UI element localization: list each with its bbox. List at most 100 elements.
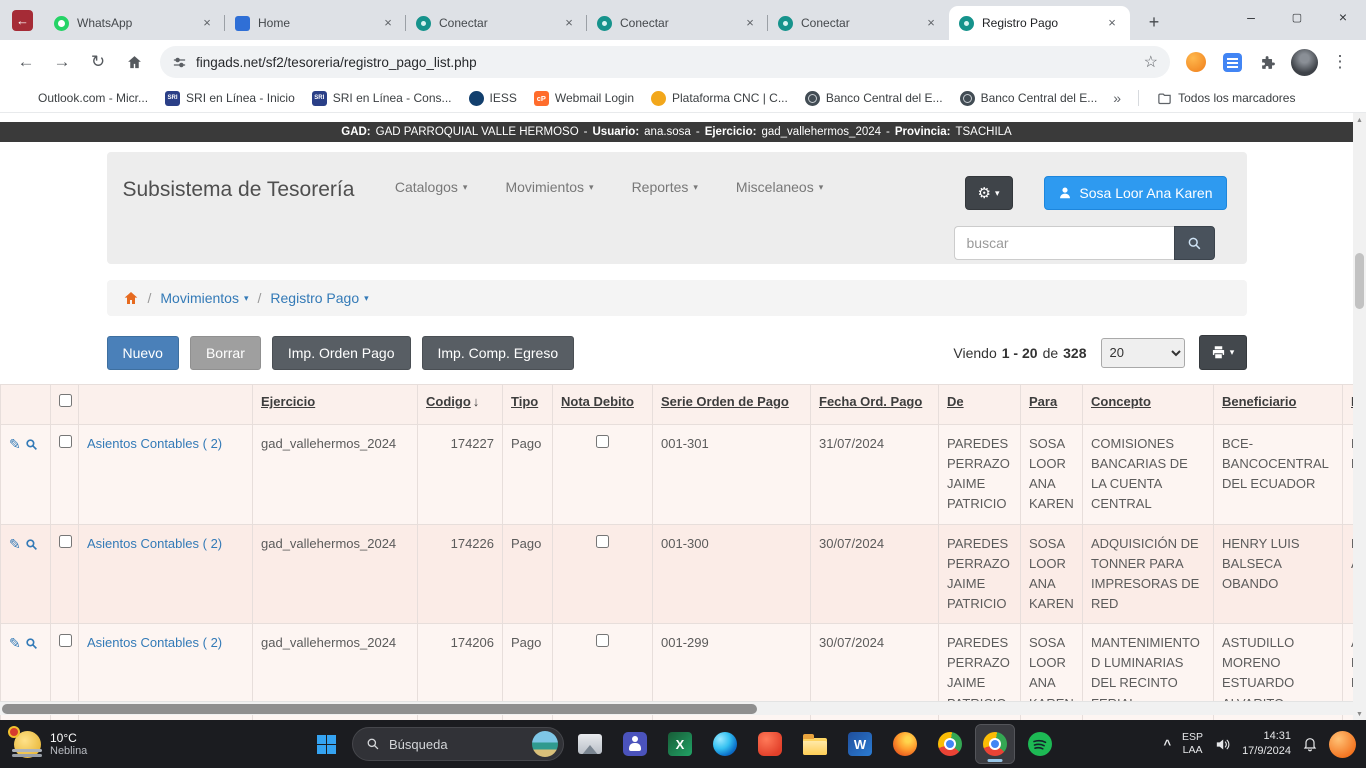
excel-app-icon[interactable]: X <box>661 725 699 763</box>
bookmark-cnc[interactable]: Plataforma CNC | C... <box>644 88 795 109</box>
browser-home-icon[interactable] <box>118 46 150 78</box>
header-beneficiario[interactable]: Beneficiario <box>1214 385 1343 425</box>
horizontal-scrollbar-thumb[interactable] <box>2 704 757 714</box>
header-fecha[interactable]: Fecha Ord. Pago <box>811 385 939 425</box>
row-checkbox[interactable] <box>59 535 72 548</box>
print-dropdown-button[interactable]: ▾ <box>1199 335 1247 370</box>
file-explorer-icon[interactable] <box>796 725 834 763</box>
browser-menu-kebab-icon[interactable]: ⋮ <box>1324 46 1356 78</box>
url-text[interactable]: fingads.net/sf2/tesoreria/registro_pago_… <box>196 55 1135 70</box>
horizontal-scrollbar[interactable] <box>0 701 1353 715</box>
menu-catalogos[interactable]: Catalogos ▾ <box>395 179 468 195</box>
header-serie[interactable]: Serie Orden de Pago <box>653 385 811 425</box>
translate-icon[interactable] <box>1216 46 1248 78</box>
header-codigo[interactable]: Codigo↓ <box>418 385 503 425</box>
bookmark-outlook[interactable]: Outlook.com - Micr... <box>10 88 155 109</box>
menu-reportes[interactable]: Reportes ▾ <box>632 179 698 195</box>
edit-pencil-icon[interactable]: ✎ <box>9 635 21 651</box>
asientos-contables-link[interactable]: Asientos Contables ( 2) <box>87 635 222 650</box>
header-nota-debito[interactable]: Nota Debito <box>553 385 653 425</box>
all-bookmarks-button[interactable]: Todos los marcadores <box>1150 88 1302 109</box>
asientos-contables-link[interactable]: Asientos Contables ( 2) <box>87 536 222 551</box>
row-checkbox[interactable] <box>59 435 72 448</box>
borrar-button[interactable]: Borrar <box>190 336 261 370</box>
nota-debito-checkbox[interactable] <box>596 535 609 548</box>
volume-icon[interactable] <box>1214 736 1231 753</box>
edit-pencil-icon[interactable]: ✎ <box>9 536 21 552</box>
window-minimize-button[interactable]: – <box>1228 0 1274 34</box>
firefox-app-icon[interactable] <box>886 725 924 763</box>
nota-debito-checkbox[interactable] <box>596 634 609 647</box>
edge-app-icon[interactable] <box>706 725 744 763</box>
weather-widget[interactable]: 10°C Neblina <box>14 731 87 758</box>
tab-close-icon[interactable]: × <box>561 15 577 31</box>
edit-pencil-icon[interactable]: ✎ <box>9 436 21 452</box>
extension-palette-icon[interactable] <box>1180 46 1212 78</box>
back-icon[interactable]: ← <box>10 46 42 78</box>
nuevo-button[interactable]: Nuevo <box>107 336 179 370</box>
chrome-app-icon[interactable] <box>931 725 969 763</box>
header-tipo[interactable]: Tipo <box>503 385 553 425</box>
asientos-contables-link[interactable]: Asientos Contables ( 2) <box>87 436 222 451</box>
vertical-scrollbar-thumb[interactable] <box>1355 253 1364 309</box>
header-para[interactable]: Para <box>1021 385 1083 425</box>
teams-app-icon[interactable] <box>616 725 654 763</box>
red-app-icon[interactable] <box>751 725 789 763</box>
menu-movimientos[interactable]: Movimientos ▾ <box>505 179 593 195</box>
imp-orden-pago-button[interactable]: Imp. Orden Pago <box>272 336 411 370</box>
taskbar-search[interactable]: Búsqueda <box>352 727 564 761</box>
select-all-checkbox[interactable] <box>59 394 72 407</box>
settings-gear-button[interactable]: ⚙ ▾ <box>965 176 1013 210</box>
tab-close-icon[interactable]: × <box>742 15 758 31</box>
tab-close-icon[interactable]: × <box>199 15 215 31</box>
user-account-button[interactable]: Sosa Loor Ana Karen <box>1044 176 1226 210</box>
clock[interactable]: 14:31 17/9/2024 <box>1242 729 1291 759</box>
header-truncated[interactable]: N <box>1343 385 1354 425</box>
view-magnifier-icon[interactable] <box>25 637 38 650</box>
tab-close-icon[interactable]: × <box>1104 15 1120 31</box>
tab-whatsapp[interactable]: WhatsApp × <box>44 6 225 40</box>
bookmarks-overflow-chevron-icon[interactable]: » <box>1107 90 1127 106</box>
bookmark-iess[interactable]: IESS <box>462 88 524 109</box>
language-indicator[interactable]: ESP LAA <box>1182 731 1203 756</box>
tab-conectar-2[interactable]: Conectar × <box>587 6 768 40</box>
new-tab-button[interactable]: + <box>1140 9 1168 37</box>
menu-miscelaneos[interactable]: Miscelaneos ▾ <box>736 179 823 195</box>
bookmark-banco-central-1[interactable]: Banco Central del E... <box>798 88 950 109</box>
nota-debito-checkbox[interactable] <box>596 435 609 448</box>
tab-conectar-1[interactable]: Conectar × <box>406 6 587 40</box>
view-magnifier-icon[interactable] <box>25 438 38 451</box>
tray-chevron-up-icon[interactable]: ^ <box>1163 737 1171 752</box>
orange-circle-app-icon[interactable] <box>1329 731 1356 758</box>
site-info-icon[interactable] <box>172 55 187 70</box>
url-bar[interactable]: fingads.net/sf2/tesoreria/registro_pago_… <box>160 46 1170 78</box>
scroll-up-icon[interactable]: ▲ <box>1353 113 1366 127</box>
tab-close-icon[interactable]: × <box>923 15 939 31</box>
bookmark-star-icon[interactable]: ☆ <box>1144 52 1158 72</box>
scroll-down-icon[interactable]: ▼ <box>1353 707 1366 721</box>
row-checkbox[interactable] <box>59 634 72 647</box>
search-input[interactable] <box>954 226 1174 260</box>
reload-icon[interactable]: ↻ <box>82 46 114 78</box>
bookmark-sri-inicio[interactable]: SRI SRI en Línea - Inicio <box>158 88 302 109</box>
breadcrumb-registro-pago[interactable]: Registro Pago ▾ <box>270 290 368 306</box>
profile-avatar[interactable] <box>1288 46 1320 78</box>
header-ejercicio[interactable]: Ejercicio <box>253 385 418 425</box>
word-app-icon[interactable]: W <box>841 725 879 763</box>
tab-conectar-3[interactable]: Conectar × <box>768 6 949 40</box>
vertical-scrollbar[interactable]: ▲ ▼ <box>1353 113 1366 721</box>
page-size-select[interactable]: 20 <box>1101 338 1185 368</box>
extensions-puzzle-icon[interactable] <box>1252 46 1284 78</box>
spotify-app-icon[interactable] <box>1021 725 1059 763</box>
view-magnifier-icon[interactable] <box>25 538 38 551</box>
notifications-bell-icon[interactable] <box>1302 736 1318 752</box>
tab-registro-pago-active[interactable]: Registro Pago × <box>949 6 1130 40</box>
forward-icon[interactable]: → <box>46 46 78 78</box>
header-de[interactable]: De <box>939 385 1021 425</box>
tab-close-icon[interactable]: × <box>380 15 396 31</box>
header-concepto[interactable]: Concepto <box>1083 385 1214 425</box>
chrome-active-app-icon[interactable] <box>976 725 1014 763</box>
window-maximize-button[interactable]: ▢ <box>1274 0 1320 34</box>
imp-comp-egreso-button[interactable]: Imp. Comp. Egreso <box>422 336 575 370</box>
home-icon[interactable] <box>123 290 139 306</box>
